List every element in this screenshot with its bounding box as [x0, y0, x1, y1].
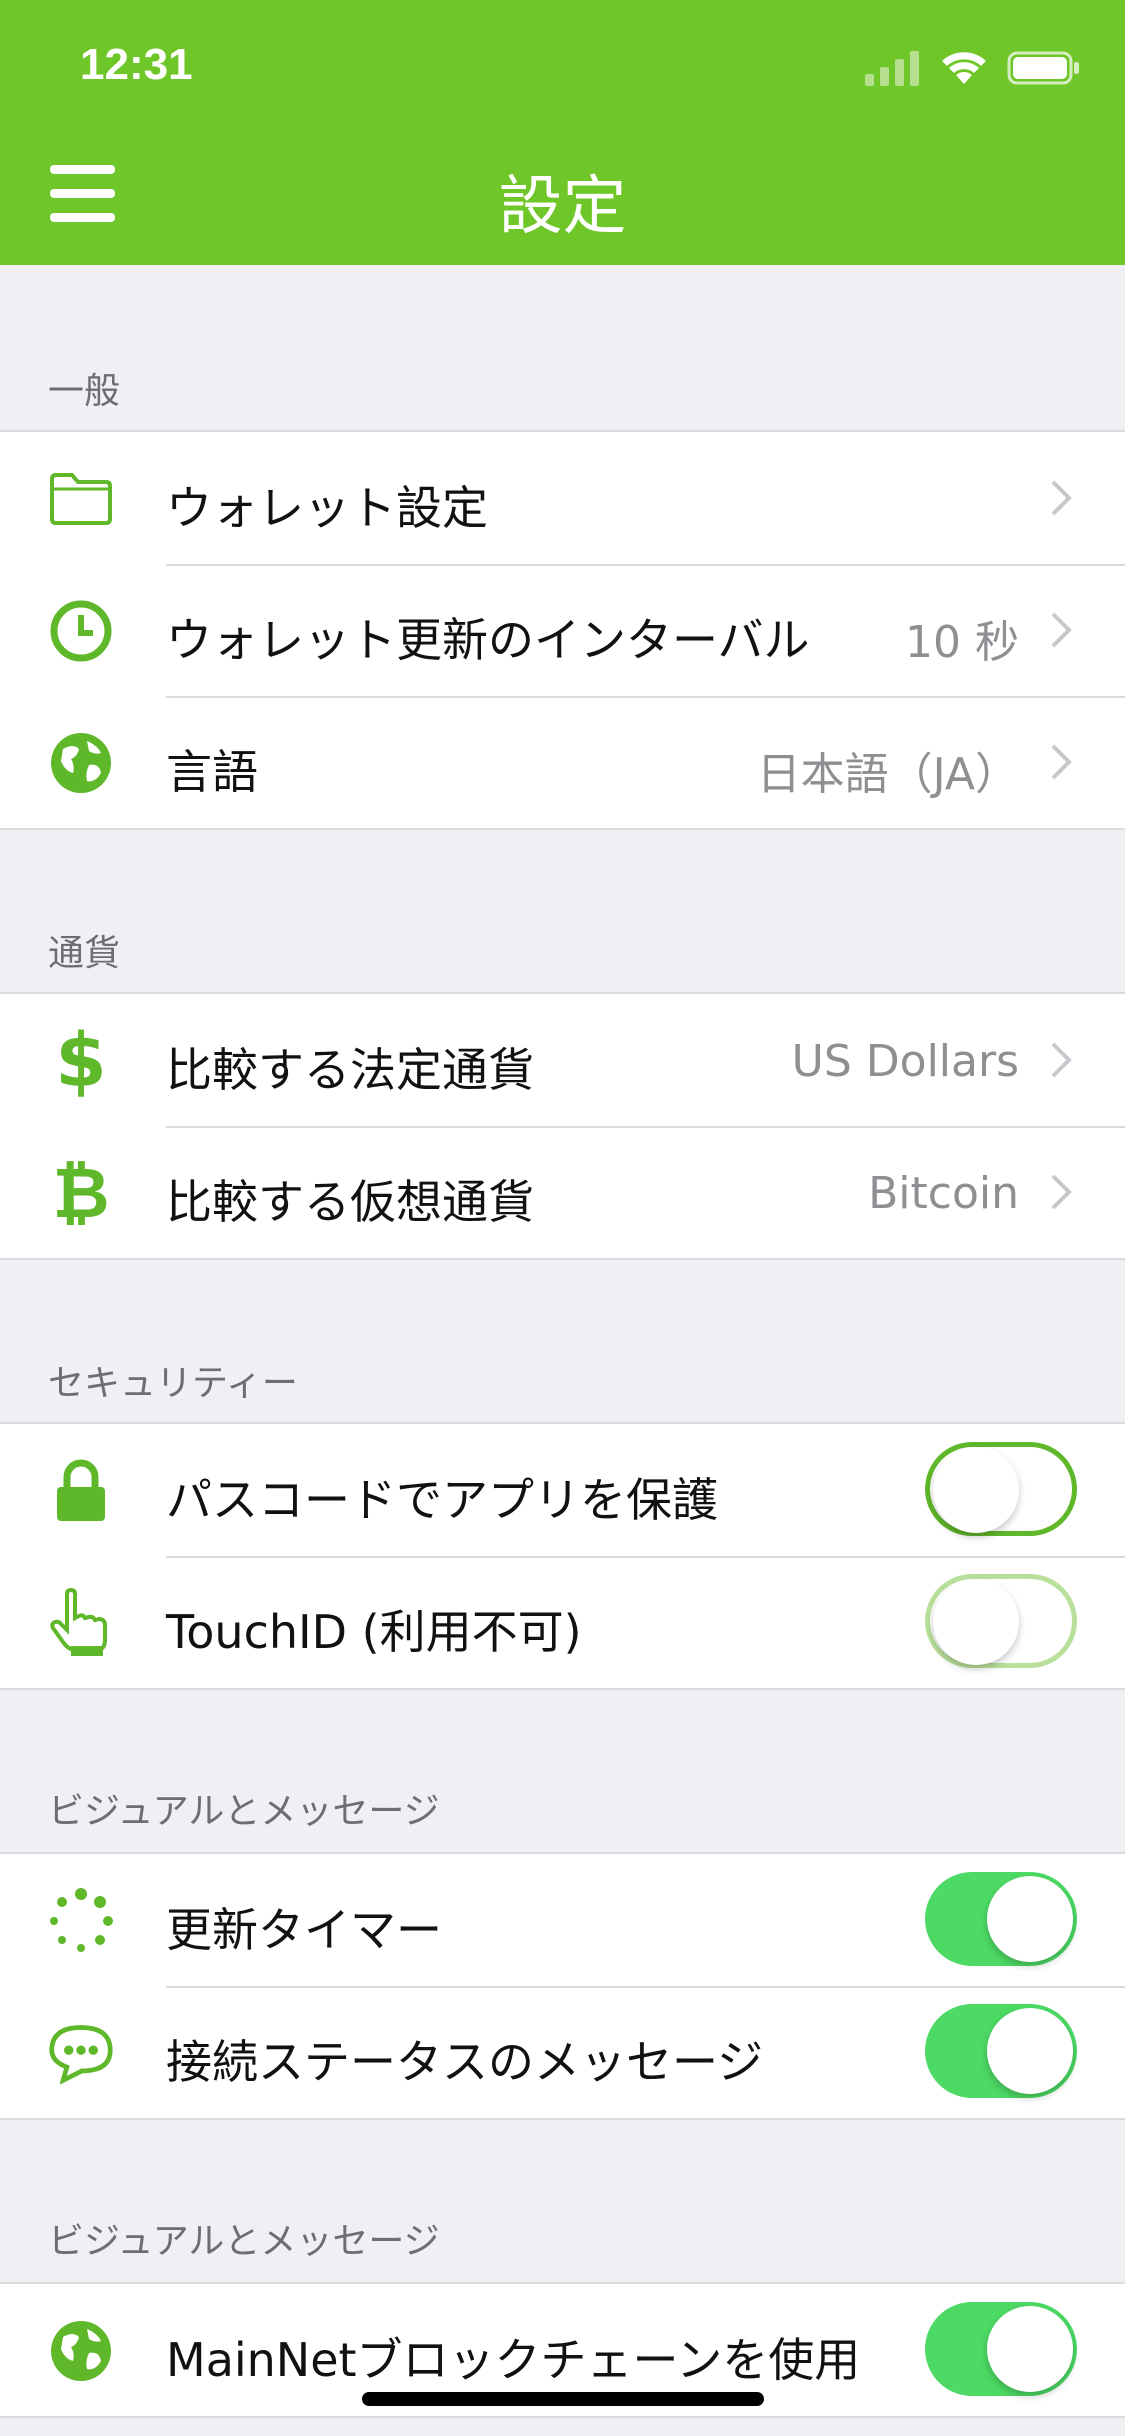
section-header-security: セキュリティー: [48, 1363, 298, 1404]
touchid-toggle: [925, 1574, 1077, 1668]
group-general: ウォレット設定 ウォレット更新のインターバル 10 秒 言語 日本語（JA）: [0, 430, 1125, 830]
row-value: Bitcoin: [868, 1168, 1019, 1219]
row-label: 比較する法定通貨: [166, 1043, 534, 1097]
row-label: TouchID (利用不可): [166, 1605, 582, 1659]
row-label: 比較する仮想通貨: [166, 1175, 534, 1229]
dollar-icon: $: [55, 1018, 107, 1104]
signal-icon: [865, 51, 919, 86]
row-label: MainNetブロックチェーンを使用: [166, 2333, 861, 2387]
spinner-icon: [48, 1888, 114, 1954]
row-wallet-refresh-interval[interactable]: ウォレット更新のインターバル 10 秒: [0, 564, 1125, 696]
page-title: 設定: [498, 170, 627, 244]
home-indicator: [362, 2392, 764, 2406]
mainnet-toggle[interactable]: [925, 2302, 1077, 2396]
chevron-right-icon: [1051, 480, 1072, 516]
globe-icon: [48, 730, 114, 796]
row-label: 接続ステータスのメッセージ: [166, 2035, 764, 2089]
row-value: 日本語（JA）: [756, 749, 1019, 800]
group-security: パスコードでアプリを保護 TouchID (利用不可): [0, 1422, 1125, 1690]
row-label: ウォレット設定: [166, 481, 488, 535]
row-label: 更新タイマー: [166, 1903, 442, 1957]
chevron-right-icon: [1051, 1042, 1072, 1078]
bitcoin-icon: ₿: [52, 1152, 110, 1234]
passcode-toggle[interactable]: [925, 1442, 1077, 1536]
section-header-visual-2: ビジュアルとメッセージ: [48, 2221, 440, 2262]
pointing-hand-icon: [48, 1588, 114, 1656]
clock-icon: [48, 598, 114, 664]
row-passcode: パスコードでアプリを保護: [0, 1424, 1125, 1556]
section-header-general: 一般: [48, 371, 121, 412]
row-touchid: TouchID (利用不可): [0, 1556, 1125, 1688]
row-crypto-currency[interactable]: ₿ 比較する仮想通貨 Bitcoin: [0, 1126, 1125, 1258]
status-time: 12:31: [80, 40, 193, 89]
row-language[interactable]: 言語 日本語（JA）: [0, 696, 1125, 828]
lock-icon: [48, 1458, 114, 1524]
refresh-timer-toggle[interactable]: [925, 1872, 1077, 1966]
chevron-right-icon: [1051, 744, 1072, 780]
wifi-icon: [942, 52, 986, 84]
row-value: US Dollars: [791, 1036, 1019, 1087]
row-fiat-currency[interactable]: $ 比較する法定通貨 US Dollars: [0, 994, 1125, 1126]
status-icons: [865, 50, 1081, 86]
row-refresh-timer: 更新タイマー: [0, 1854, 1125, 1986]
chevron-right-icon: [1051, 1174, 1072, 1210]
chat-bubble-icon: [48, 2020, 114, 2086]
nav-header: 12:31 設定: [0, 0, 1125, 265]
row-label: 言語: [166, 745, 258, 799]
section-header-visual: ビジュアルとメッセージ: [48, 1791, 440, 1832]
battery-icon: [1007, 51, 1079, 85]
globe-icon: [48, 2318, 114, 2384]
connection-status-toggle[interactable]: [925, 2004, 1077, 2098]
row-label: パスコードでアプリを保護: [166, 1473, 718, 1527]
settings-screen: 12:31 設定 一般 ウォレット設定 ウォレット更新のインターバル 10 秒 …: [0, 0, 1125, 2436]
row-wallet-settings[interactable]: ウォレット設定: [0, 432, 1125, 564]
group-visual: 更新タイマー 接続ステータスのメッセージ: [0, 1852, 1125, 2120]
folder-icon: [48, 466, 114, 532]
group-currency: $ 比較する法定通貨 US Dollars ₿ 比較する仮想通貨 Bitcoin: [0, 992, 1125, 1260]
row-label: ウォレット更新のインターバル: [166, 613, 810, 667]
row-connection-status: 接続ステータスのメッセージ: [0, 1986, 1125, 2118]
row-value: 10 秒: [905, 617, 1019, 668]
section-header-currency: 通貨: [48, 933, 121, 974]
chevron-right-icon: [1051, 612, 1072, 648]
